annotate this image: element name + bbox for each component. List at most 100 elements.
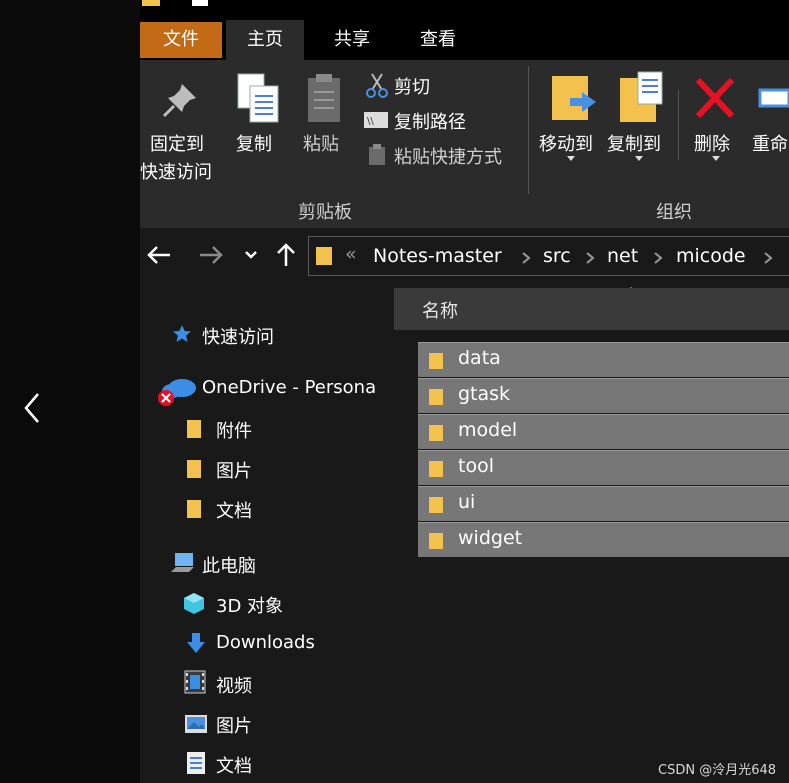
breadcrumb-notes-master[interactable]: Notes-master <box>373 245 502 267</box>
nav-label: 附件 <box>216 421 252 442</box>
cloud-icon <box>158 379 196 406</box>
back-arrow-icon[interactable] <box>146 244 172 266</box>
computer-icon <box>171 553 194 572</box>
paste-label: 粘贴 <box>303 134 339 155</box>
file-row-data[interactable]: data <box>418 342 789 377</box>
folder-icon <box>187 500 201 518</box>
nav-label: 快速访问 <box>202 327 274 348</box>
move-to-icon <box>552 76 596 120</box>
title-bar <box>140 0 789 20</box>
address-row: « Notes-master src net micode <box>140 228 789 286</box>
ribbon-divider <box>678 90 679 160</box>
folder-icon <box>429 389 443 405</box>
clipboard-group-label: 剪贴板 <box>298 202 352 223</box>
nav-label: 图片 <box>216 716 252 737</box>
file-row-tool[interactable]: tool <box>418 450 789 485</box>
chevron-down-icon <box>567 156 575 161</box>
ribbon-tabs: 文件 主页 共享 查看 <box>140 20 789 60</box>
nav-label: Downloads <box>216 632 315 653</box>
breadcrumb-separator-icon[interactable] <box>585 251 595 265</box>
pin-label-line2: 快速访问 <box>140 162 212 183</box>
copy-path-icon: \\ <box>364 112 388 128</box>
folder-icon <box>429 533 443 549</box>
file-row-gtask[interactable]: gtask <box>418 378 789 413</box>
file-name: model <box>458 419 518 441</box>
breadcrumb-net[interactable]: net <box>607 245 638 267</box>
ribbon-divider <box>528 66 529 194</box>
address-bar[interactable]: « Notes-master src net micode <box>308 236 789 276</box>
picture-icon <box>185 715 207 733</box>
chevron-down-icon <box>635 156 643 161</box>
column-header-name[interactable]: 名称 <box>394 288 789 330</box>
chevron-down-icon <box>712 156 720 161</box>
breadcrumb-separator-icon[interactable] <box>521 251 531 265</box>
breadcrumb-src[interactable]: src <box>543 245 571 267</box>
paste-icon <box>308 74 340 122</box>
chevron-left-icon[interactable] <box>18 388 48 428</box>
ribbon-home: 固定到 快速访问 复制 粘贴 剪切 \\ 复制路径 粘贴快捷方式 剪贴板 移动到… <box>140 60 789 228</box>
paste-shortcut-icon <box>369 144 385 165</box>
download-arrow-icon <box>187 633 205 653</box>
nav-label: 文档 <box>216 756 252 777</box>
breadcrumb-overflow[interactable]: « <box>345 243 357 265</box>
file-name: widget <box>458 527 523 549</box>
copy-label: 复制 <box>236 134 272 155</box>
file-list-pane: 名称 data gtask model tool ui widget <box>390 286 789 783</box>
file-explorer-window: 文件 主页 共享 查看 固定到 快速访问 复制 粘贴 剪切 \\ 复制路径 粘贴… <box>140 0 789 783</box>
document-icon <box>192 0 208 6</box>
folder-icon <box>142 0 160 6</box>
nav-label: 此电脑 <box>202 556 256 577</box>
copy-path-label: 复制路径 <box>394 112 466 133</box>
breadcrumb-separator-icon[interactable] <box>653 251 663 265</box>
cut-label: 剪切 <box>394 77 430 98</box>
breadcrumb-micode[interactable]: micode <box>676 245 746 267</box>
navigation-pane: 快速访问 OneDrive - Persona 附件 图片 文档 此电脑 3D … <box>140 286 390 783</box>
tab-share[interactable]: 共享 <box>312 20 392 60</box>
forward-arrow-icon[interactable] <box>198 244 224 266</box>
up-arrow-icon[interactable] <box>276 242 296 268</box>
recent-locations-chevron-down-icon[interactable] <box>244 250 258 260</box>
scissors-icon <box>366 73 388 98</box>
watermark: CSDN @泠月光648 <box>658 763 777 778</box>
folder-icon <box>187 420 201 438</box>
tab-home[interactable]: 主页 <box>226 20 304 60</box>
pin-icon <box>162 84 196 118</box>
document-icon <box>187 752 205 774</box>
breadcrumb-separator-icon[interactable] <box>763 251 773 265</box>
folder-icon <box>429 425 443 441</box>
rename-icon <box>758 88 789 108</box>
nav-label: 视频 <box>216 676 252 697</box>
side-panel <box>0 0 140 783</box>
cube-icon <box>184 593 204 614</box>
pin-label-line1: 固定到 <box>150 134 204 155</box>
organize-group-label: 组织 <box>656 202 692 223</box>
folder-icon <box>429 497 443 513</box>
nav-label: 图片 <box>216 461 252 482</box>
nav-label: OneDrive - Persona <box>202 377 377 398</box>
svg-text:\\: \\ <box>367 116 374 127</box>
star-icon <box>173 325 191 342</box>
folder-icon <box>429 353 443 369</box>
copy-icon <box>237 73 279 123</box>
column-header-label: 名称 <box>422 301 458 322</box>
copy-to-label: 复制到 <box>607 134 661 155</box>
tab-view[interactable]: 查看 <box>398 20 478 60</box>
folder-icon <box>316 247 332 265</box>
file-row-model[interactable]: model <box>418 414 789 449</box>
folder-icon <box>429 461 443 477</box>
file-row-widget[interactable]: widget <box>418 522 789 557</box>
delete-icon <box>695 77 735 119</box>
nav-label: 3D 对象 <box>216 596 284 617</box>
move-to-label: 移动到 <box>539 134 593 155</box>
file-row-ui[interactable]: ui <box>418 486 789 521</box>
nav-label: 文档 <box>216 501 252 522</box>
delete-label: 删除 <box>694 134 730 155</box>
file-name: tool <box>458 455 494 477</box>
folder-icon <box>187 460 201 478</box>
tab-file[interactable]: 文件 <box>140 22 222 58</box>
paste-shortcut-label: 粘贴快捷方式 <box>394 147 502 168</box>
video-icon <box>184 670 206 694</box>
copy-to-icon <box>620 71 663 122</box>
file-name: ui <box>458 491 476 513</box>
file-name: gtask <box>458 383 511 405</box>
